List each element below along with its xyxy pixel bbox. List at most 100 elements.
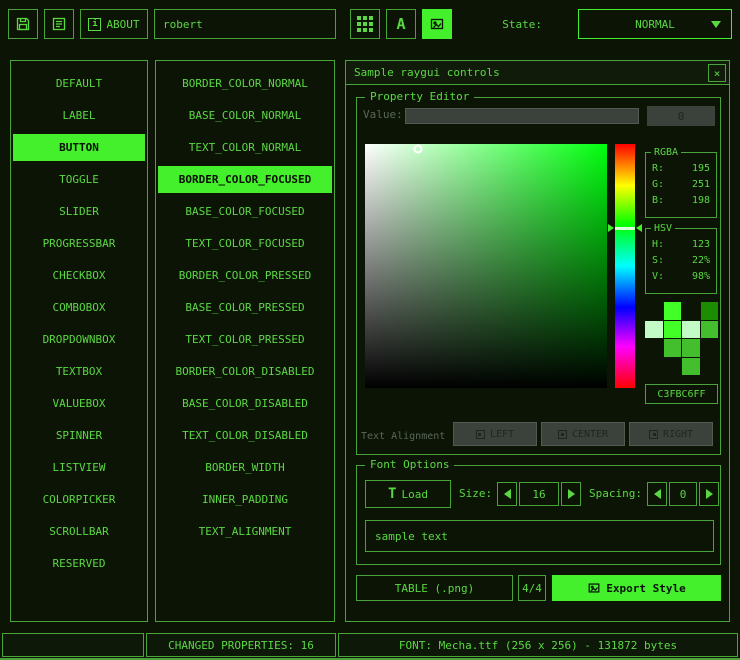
size-increase-button[interactable] [561, 482, 581, 506]
color-grid-cell[interactable] [645, 339, 663, 357]
list-item-spinner[interactable]: SPINNER [13, 422, 145, 449]
font-options-title: Font Options [365, 458, 454, 472]
rgba-group: RGBA R: 195 G: 251 B: 198 [645, 152, 717, 218]
list-item-toggle[interactable]: TOGGLE [13, 166, 145, 193]
list-item-base_color_normal[interactable]: BASE_COLOR_NORMAL [158, 102, 332, 129]
color-grid-cell[interactable] [664, 321, 682, 339]
rgba-row-b: B: 198 [652, 193, 710, 209]
list-item-scrollbar[interactable]: SCROLLBAR [13, 518, 145, 545]
arrow-left-icon [504, 489, 511, 499]
r-value: 195 [692, 161, 710, 177]
spacing-value: 0 [680, 488, 687, 501]
color-grid-cell[interactable] [664, 302, 682, 320]
color-grid-cell[interactable] [701, 358, 719, 376]
list-item-valuebox[interactable]: VALUEBOX [13, 390, 145, 417]
statusbar: CHANGED PROPERTIES: 16 FONT: Mecha.ttf (… [2, 633, 738, 657]
align-center-label: CENTER [572, 429, 608, 440]
list-item-slider[interactable]: SLIDER [13, 198, 145, 225]
color-grid-cell[interactable] [645, 302, 663, 320]
list-item-base_color_pressed[interactable]: BASE_COLOR_PRESSED [158, 294, 332, 321]
value-display-box[interactable]: 0 [647, 106, 715, 126]
color-grid-cell[interactable] [682, 339, 700, 357]
sample-text-input[interactable]: sample text [365, 520, 714, 552]
color-grid-cell[interactable] [682, 302, 700, 320]
color-grid-cell[interactable] [664, 358, 682, 376]
properties-list[interactable]: BORDER_COLOR_NORMAL BASE_COLOR_NORMAL TEXT… [155, 60, 335, 622]
color-grid-cell[interactable] [701, 321, 719, 339]
list-item-checkbox[interactable]: CHECKBOX [13, 262, 145, 289]
font-load-button[interactable]: T Load [365, 480, 451, 508]
list-item-border_color_focused[interactable]: BORDER_COLOR_FOCUSED [158, 166, 332, 193]
style-name-input[interactable] [154, 9, 336, 39]
arrow-right-icon [568, 489, 575, 499]
window-titlebar[interactable]: Sample raygui controls × [346, 61, 729, 85]
arrow-right-icon [706, 489, 713, 499]
color-grid-cell[interactable] [682, 358, 700, 376]
list-item-border_width[interactable]: BORDER_WIDTH [158, 454, 332, 481]
list-item-text_color_focused[interactable]: TEXT_COLOR_FOCUSED [158, 230, 332, 257]
spacing-increase-button[interactable] [699, 482, 719, 506]
list-item-listview[interactable]: LISTVIEW [13, 454, 145, 481]
state-dropdown[interactable]: NORMAL [578, 9, 732, 39]
value-slider[interactable] [405, 108, 639, 124]
list-item-button[interactable]: BUTTON [13, 134, 145, 161]
list-item-border_color_normal[interactable]: BORDER_COLOR_NORMAL [158, 70, 332, 97]
font-button[interactable]: A [386, 9, 416, 39]
list-item-dropdownbox[interactable]: DROPDOWNBOX [13, 326, 145, 353]
list-item-textbox[interactable]: TEXTBOX [13, 358, 145, 385]
image-mode-button[interactable] [422, 9, 452, 39]
hue-marker-icon[interactable] [615, 227, 635, 230]
align-center-icon [558, 430, 567, 439]
color-grid-cell[interactable] [701, 302, 719, 320]
size-value-box[interactable]: 16 [519, 482, 559, 506]
picker-cursor-icon[interactable] [414, 144, 423, 153]
list-item-reserved[interactable]: RESERVED [13, 550, 145, 577]
g-value: 251 [692, 177, 710, 193]
property-editor-group: Property Editor Value: 0 RGBA R: 195 G: [356, 97, 721, 455]
color-grid-cell[interactable] [664, 339, 682, 357]
list-item-colorpicker[interactable]: COLORPICKER [13, 486, 145, 513]
arrow-left-icon [654, 489, 661, 499]
hsv-row-h: H: 123 [652, 237, 710, 253]
save-style-button[interactable] [8, 9, 38, 39]
export-style-label: Export Style [606, 582, 685, 595]
color-grid-cell[interactable] [645, 321, 663, 339]
s-value: 22% [692, 253, 710, 269]
s-label: S: [652, 253, 664, 269]
align-left-button[interactable]: LEFT [453, 422, 537, 446]
font-load-label: Load [401, 488, 428, 501]
list-item-text_alignment[interactable]: TEXT_ALIGNMENT [158, 518, 332, 545]
controls-list[interactable]: DEFAULT LABEL BUTTON TOGGLE SLIDER PROGRESSBA… [10, 60, 148, 622]
list-item-text_color_disabled[interactable]: TEXT_COLOR_DISABLED [158, 422, 332, 449]
color-grid-cell[interactable] [701, 339, 719, 357]
color-grid-cell[interactable] [682, 321, 700, 339]
color-picker-panel[interactable] [365, 144, 607, 388]
export-format-dropdown[interactable]: TABLE (.png) [356, 575, 513, 601]
spacing-value-box[interactable]: 0 [669, 482, 697, 506]
spacing-decrease-button[interactable] [647, 482, 667, 506]
style-table-button[interactable] [350, 9, 380, 39]
style-color-grid[interactable] [645, 302, 718, 375]
color-grid-cell[interactable] [645, 358, 663, 376]
hue-slider[interactable] [615, 144, 635, 388]
list-item-text_color_normal[interactable]: TEXT_COLOR_NORMAL [158, 134, 332, 161]
list-item-default[interactable]: DEFAULT [13, 70, 145, 97]
close-window-button[interactable]: × [708, 64, 726, 82]
load-style-button[interactable] [44, 9, 74, 39]
about-button[interactable]: i ABOUT [80, 9, 148, 39]
export-style-button[interactable]: Export Style [552, 575, 721, 601]
list-item-border_color_pressed[interactable]: BORDER_COLOR_PRESSED [158, 262, 332, 289]
size-decrease-button[interactable] [497, 482, 517, 506]
list-item-inner_padding[interactable]: INNER_PADDING [158, 486, 332, 513]
list-item-label[interactable]: LABEL [13, 102, 145, 129]
list-item-base_color_focused[interactable]: BASE_COLOR_FOCUSED [158, 198, 332, 225]
list-item-border_color_disabled[interactable]: BORDER_COLOR_DISABLED [158, 358, 332, 385]
align-center-button[interactable]: CENTER [541, 422, 625, 446]
list-item-progressbar[interactable]: PROGRESSBAR [13, 230, 145, 257]
export-pages-box[interactable]: 4/4 [518, 575, 546, 601]
align-right-button[interactable]: RIGHT [629, 422, 713, 446]
list-item-text_color_pressed[interactable]: TEXT_COLOR_PRESSED [158, 326, 332, 353]
list-item-base_color_disabled[interactable]: BASE_COLOR_DISABLED [158, 390, 332, 417]
list-item-combobox[interactable]: COMBOBOX [13, 294, 145, 321]
hex-value-box[interactable]: C3FBC6FF [645, 384, 718, 404]
